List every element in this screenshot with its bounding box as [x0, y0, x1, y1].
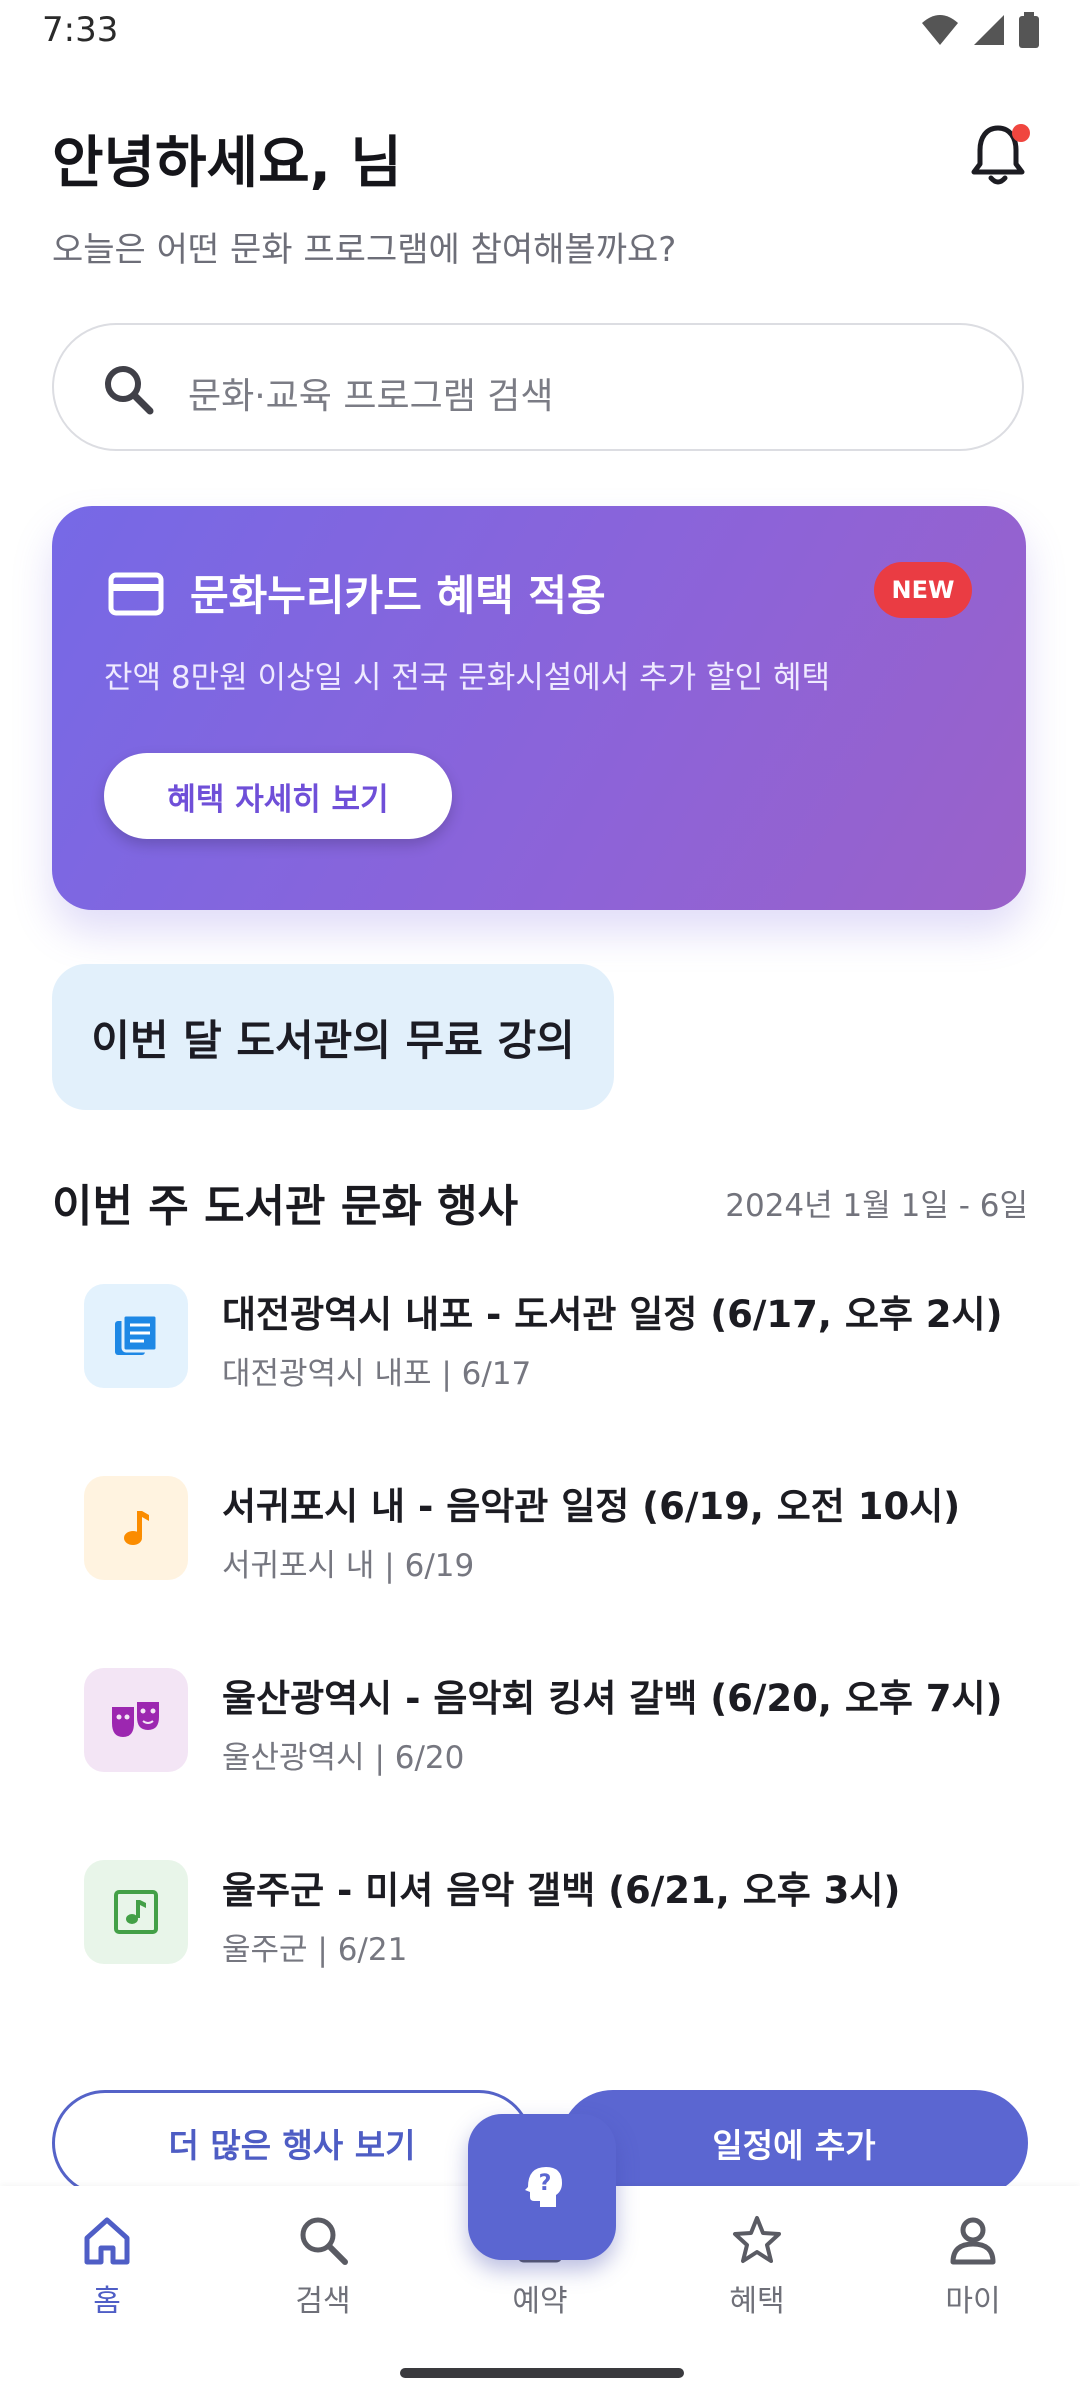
nav-home[interactable]: 홈 [32, 2212, 182, 2332]
more-events-button[interactable]: 더 많은 행사 보기 [52, 2090, 532, 2196]
signal-icon [974, 15, 1004, 45]
event-title: 울산광역시 - 음악회 킹셔 갈백 (6/20, 오후 7시) [222, 1677, 1003, 1720]
event-item[interactable]: 서귀포시 내 - 음악관 일정 (6/19, 오전 10시) 서귀포시 내 | … [84, 1476, 1014, 1586]
nav-home-label: 홈 [93, 2284, 121, 2319]
library-book-icon [84, 1284, 188, 1388]
event-subtitle: 서귀포시 내 | 6/19 [222, 1548, 475, 1584]
add-to-schedule-button[interactable]: 일정에 추가 [560, 2090, 1028, 2196]
event-title: 울주군 - 미셔 음악 갤백 (6/21, 오후 3시) [222, 1869, 901, 1912]
event-title: 서귀포시 내 - 음악관 일정 (6/19, 오전 10시) [222, 1485, 961, 1528]
promo-description: 잔액 8만원 이상일 시 전국 문화시설에서 추가 할인 혜택 [104, 660, 830, 696]
event-item[interactable]: 대전광역시 내포 - 도서관 일정 (6/17, 오후 2시) 대전광역시 내포… [84, 1284, 1014, 1394]
event-subtitle: 울산광역시 | 6/20 [222, 1740, 465, 1776]
search-icon [105, 366, 154, 415]
section-date-range: 2024년 1월 1일 - 6일 [725, 1188, 1028, 1224]
status-time: 7:33 [42, 10, 119, 50]
svg-text:?: ? [539, 2171, 552, 2196]
promo-card[interactable]: 문화누리카드 혜택 적용 NEW 잔액 8만원 이상일 시 전국 문화시설에서 … [52, 506, 1026, 910]
search-input[interactable]: 문화·교육 프로그램 검색 [52, 323, 1024, 451]
search-icon [300, 2217, 348, 2265]
nav-search[interactable]: 검색 [248, 2212, 398, 2332]
person-icon [950, 2217, 996, 2265]
wifi-icon [922, 15, 958, 45]
nav-my[interactable]: 마이 [898, 2212, 1048, 2332]
promo-details-button[interactable]: 혜택 자세히 보기 [104, 753, 452, 839]
event-item[interactable]: 울산광역시 - 음악회 킹셔 갈백 (6/20, 오후 7시) 울산광역시 | … [84, 1668, 1014, 1778]
star-icon [733, 2216, 781, 2263]
event-item[interactable]: 울주군 - 미셔 음악 갤백 (6/21, 오후 3시) 울주군 | 6/21 [84, 1860, 1014, 1970]
help-fab[interactable]: ? [468, 2114, 616, 2260]
status-icons [920, 12, 1040, 48]
battery-icon [1019, 12, 1039, 48]
home-indicator [400, 2368, 684, 2378]
music-box-icon [84, 1860, 188, 1964]
new-badge: NEW [874, 562, 972, 618]
credit-card-icon [108, 572, 164, 616]
status-bar: 7:33 [0, 0, 1080, 60]
help-head-icon: ? [525, 2167, 562, 2207]
greeting-subtitle: 오늘은 어떤 문화 프로그램에 참여해볼까요? [52, 230, 677, 270]
search-placeholder: 문화·교육 프로그램 검색 [188, 376, 554, 417]
theater-masks-icon [84, 1668, 188, 1772]
greeting-title: 안녕하세요, 님 [52, 131, 402, 196]
home-icon [84, 2217, 130, 2265]
free-lecture-chip[interactable]: 이번 달 도서관의 무료 강의 [52, 964, 614, 1110]
nav-search-label: 검색 [295, 2284, 351, 2319]
nav-benefits[interactable]: 혜택 [682, 2212, 832, 2332]
event-subtitle: 대전광역시 내포 | 6/17 [222, 1356, 532, 1392]
section-title: 이번 주 도서관 문화 행사 [52, 1181, 519, 1232]
promo-title: 문화누리카드 혜택 적용 [190, 571, 606, 620]
music-note-icon [84, 1476, 188, 1580]
notification-dot [1012, 124, 1030, 142]
event-title: 대전광역시 내포 - 도서관 일정 (6/17, 오후 2시) [222, 1293, 1003, 1336]
nav-benefits-label: 혜택 [729, 2284, 785, 2319]
event-subtitle: 울주군 | 6/21 [222, 1932, 408, 1968]
nav-my-label: 마이 [945, 2284, 1001, 2319]
nav-booking-label: 예약 [512, 2284, 568, 2319]
